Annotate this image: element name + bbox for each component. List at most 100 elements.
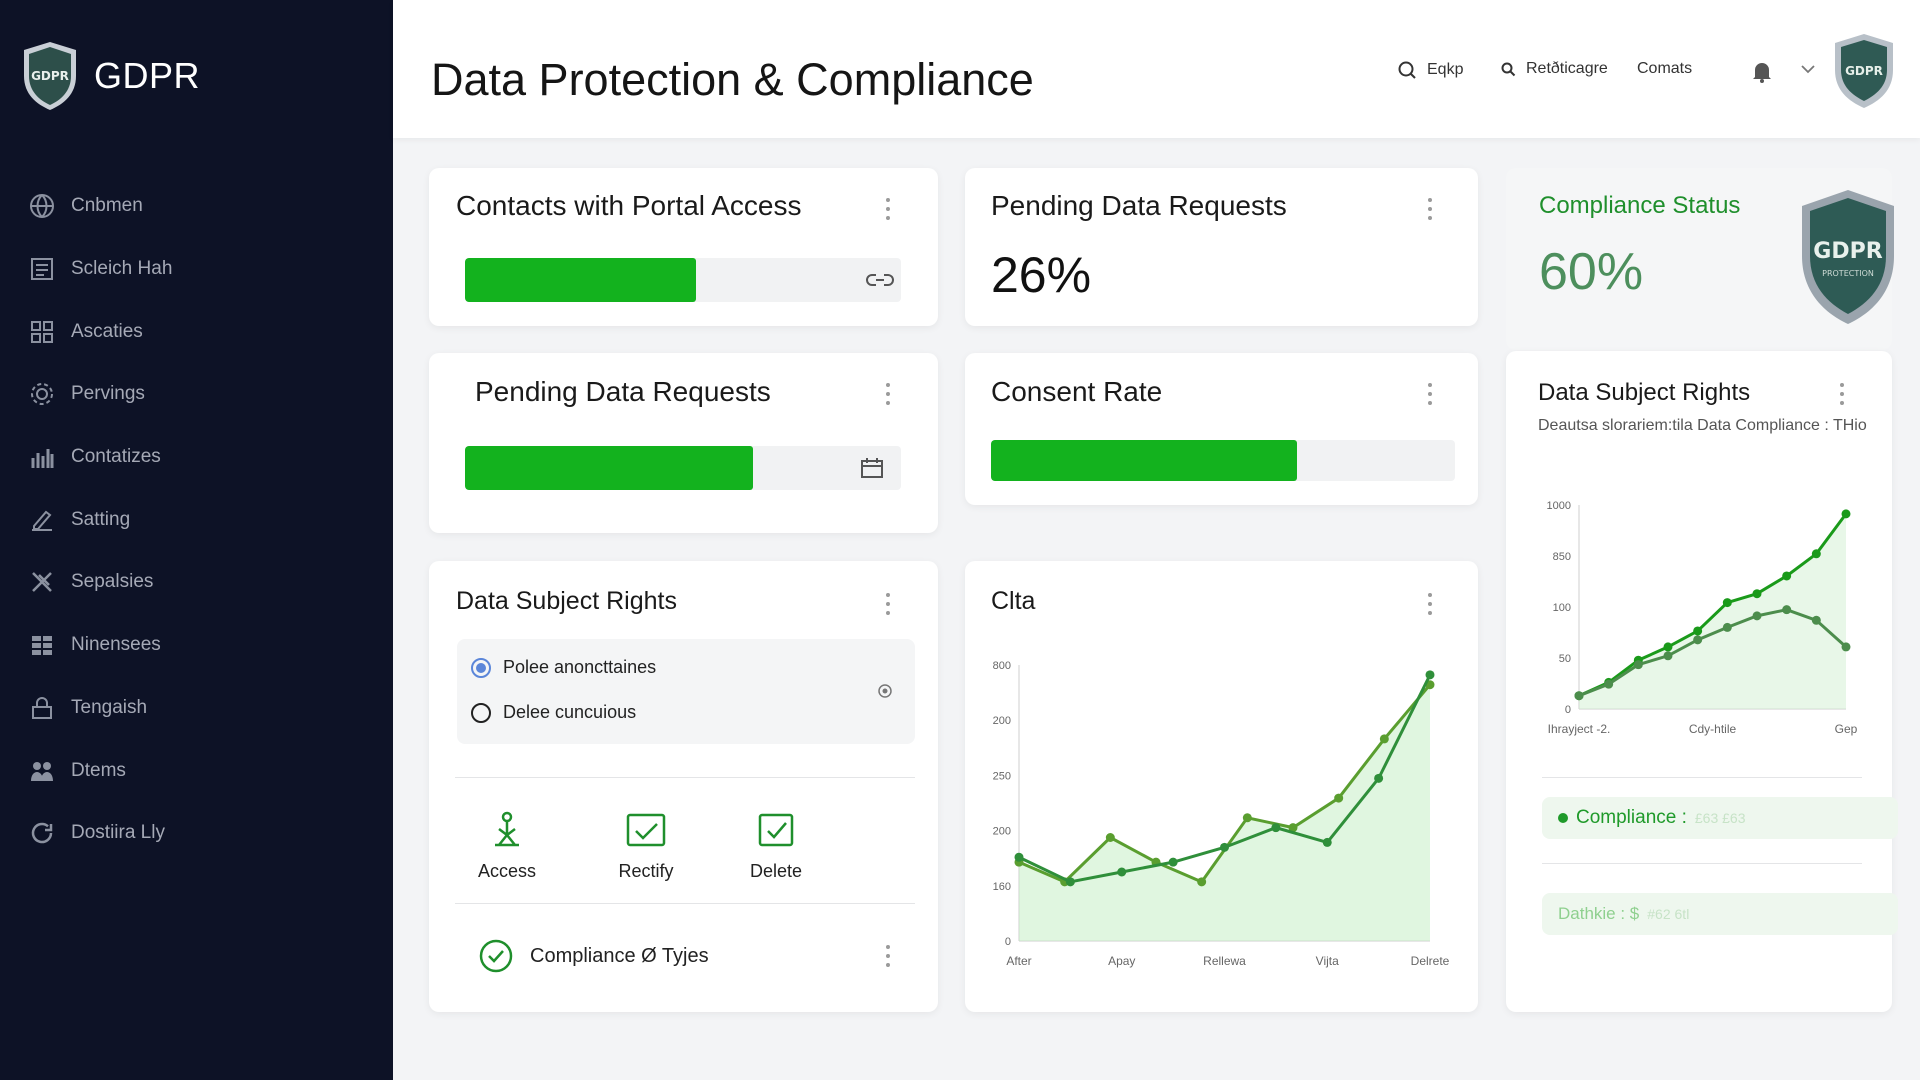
avatar[interactable]: GDPR [1831, 32, 1897, 110]
data-point [1574, 691, 1584, 701]
sidebar-item-label: Pervings [71, 383, 145, 405]
sidebar-item-1[interactable]: Cnbmen [0, 175, 393, 238]
sidebar-item-label: Tengaish [71, 696, 148, 718]
more-menu-icon[interactable] [1425, 196, 1435, 222]
portal-access-card: Contacts with Portal Access [429, 168, 938, 326]
brand-name: GDPR [94, 55, 201, 96]
chevron-down-icon[interactable] [1801, 64, 1815, 74]
sidebar-item-label: Ninensees [71, 634, 161, 656]
x-tick-label: Ihrayject -2. [1548, 722, 1611, 736]
sidebar-item-2[interactable]: Scleich Hah [0, 238, 393, 301]
more-menu-icon[interactable] [883, 591, 893, 617]
consent-rate-progress [991, 440, 1455, 481]
data-point [1752, 589, 1762, 599]
y-tick-label: 160 [993, 881, 1011, 893]
action-label: Delete [749, 861, 803, 881]
data-point [1633, 660, 1643, 670]
data-point [1117, 867, 1127, 877]
sidebar-item-label: Ascaties [71, 320, 143, 342]
legend-label: Compliance : [1576, 807, 1687, 828]
sidebar-item-7[interactable]: Sepalsies [0, 551, 393, 614]
progress-fill [465, 258, 697, 302]
data-point [1841, 509, 1851, 519]
sidebar-item-5[interactable]: Contatizes [0, 426, 393, 489]
option-delete[interactable]: Delee cuncuious [471, 702, 636, 723]
option-anonymize[interactable]: Polee anoncttaines [471, 657, 656, 678]
target-icon[interactable] [877, 683, 893, 699]
header-link-label: Comats [1637, 60, 1693, 77]
header-link-2[interactable]: Retðticagre [1500, 60, 1608, 78]
more-menu-icon[interactable] [1425, 381, 1435, 407]
grid-icon [28, 318, 56, 346]
compliance-types-label: Compliance Ø Tyjes [530, 945, 709, 967]
sidebar-item-label: Satting [71, 508, 131, 530]
option-label: Polee anoncttaines [503, 657, 657, 677]
header-links: Eqkp Retðticagre Comats [393, 60, 1920, 90]
header-link-1[interactable]: Eqkp [1397, 60, 1463, 80]
sidebar-item-9[interactable]: Tengaish [0, 677, 393, 740]
pending-requests-progress-card: Pending Data Requests [429, 353, 938, 533]
avatar-text: GDPR [1845, 64, 1883, 78]
data-point [1168, 857, 1178, 867]
card-title: Pending Data Requests [475, 376, 771, 407]
sidebar-item-11[interactable]: Dostiira Lly [0, 802, 393, 865]
legend-label: Dathkie : $ [1558, 904, 1640, 923]
delete-button[interactable]: Delete [721, 809, 831, 882]
legend-dot-icon [1558, 813, 1568, 823]
bell-icon[interactable] [1751, 60, 1773, 84]
edit-chart-icon [28, 506, 56, 534]
sidebar-item-label: Dtems [71, 759, 126, 781]
series-area [1579, 513, 1846, 709]
card-title: Data Subject Rights [456, 587, 677, 615]
progress-fill [991, 440, 1298, 481]
access-icon [495, 811, 519, 847]
divider [1542, 777, 1862, 778]
search-icon [1398, 61, 1416, 79]
radio-selected[interactable] [471, 657, 491, 678]
divider [1542, 863, 1862, 864]
more-menu-icon[interactable] [883, 943, 893, 969]
access-button[interactable]: Access [452, 809, 562, 882]
pending-requests-value: 26% [991, 247, 1092, 303]
data-point [1811, 549, 1821, 559]
sidebar-item-6[interactable]: Satting [0, 488, 393, 551]
data-point [1604, 679, 1614, 689]
data-point [1374, 773, 1384, 783]
data-point [1782, 605, 1792, 615]
x-tick-label: After [1006, 954, 1031, 968]
svg-text:GDPR: GDPR [31, 69, 69, 83]
x-tick-label: Vijta [1316, 954, 1339, 968]
calendar-icon[interactable] [860, 457, 884, 479]
card-title: Consent Rate [991, 376, 1163, 407]
more-menu-icon[interactable] [883, 196, 893, 222]
sidebar-item-label: Dostiira Lly [71, 822, 165, 844]
sidebar-item-4[interactable]: Pervings [0, 363, 393, 426]
pending-requests-card: Pending Data Requests 26% [965, 168, 1478, 326]
link-icon[interactable] [865, 272, 895, 288]
data-point [1271, 823, 1281, 833]
header-link-3[interactable]: Comats [1637, 60, 1692, 78]
brand[interactable]: GDPR GDPR [20, 40, 200, 112]
radio-unselected[interactable] [471, 702, 491, 723]
sidebar-item-8[interactable]: Ninensees [0, 614, 393, 677]
table-icon [28, 631, 56, 659]
y-tick-label: 0 [1005, 936, 1011, 948]
y-tick-label: 1000 [1547, 500, 1571, 512]
document-icon [28, 255, 56, 283]
consent-rate-card: Consent Rate [965, 353, 1478, 505]
action-label: Access [477, 861, 537, 881]
data-point [1811, 615, 1821, 625]
globe-icon [28, 192, 56, 220]
header-link-label: Retðticagre [1526, 60, 1608, 77]
sidebar-item-10[interactable]: Dtems [0, 739, 393, 802]
sidebar-item-3[interactable]: Ascaties [0, 300, 393, 363]
gdpr-badge-icon: GDPR PROTECTION [1802, 190, 1894, 324]
compliance-legend: Compliance : £63 £63 [1542, 797, 1898, 839]
badge-line-1: GDPR [1813, 239, 1882, 264]
rights-options: Polee anoncttaines Delee cuncuious [457, 639, 915, 744]
data-point [1242, 813, 1252, 823]
rectify-button[interactable]: Rectify [591, 809, 701, 882]
more-menu-icon[interactable] [883, 381, 893, 407]
sidebar: GDPR GDPR Cnbmen Scleich Hah Ascaties Pe… [0, 0, 393, 1080]
data-point [1722, 622, 1732, 632]
